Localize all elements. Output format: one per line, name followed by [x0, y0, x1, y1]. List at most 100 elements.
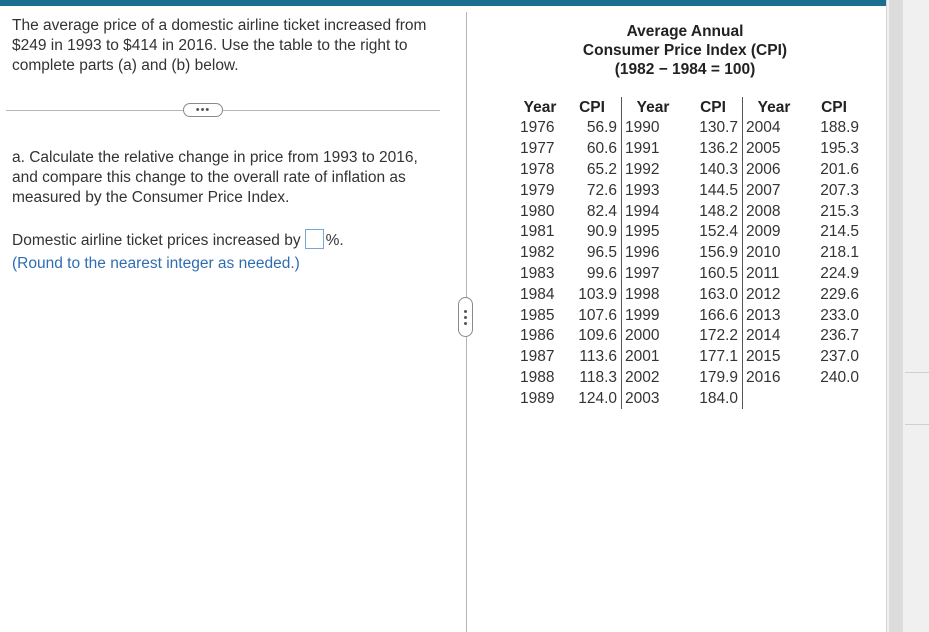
cpi-cell: 224.9	[820, 264, 859, 282]
cpi-cell: 56.9	[563, 118, 622, 139]
cpi-cell: 163.0	[684, 284, 743, 306]
cpi-cell: 156.9	[684, 242, 743, 264]
year-cell: 1981	[520, 223, 555, 241]
year-cell: 1992	[625, 160, 660, 178]
year-cell: 1995	[625, 223, 660, 241]
year-cell: 1978	[520, 160, 555, 178]
cpi-table: Year CPI Year CPI Year CPI 1976 56.9 1990 1…	[517, 97, 863, 410]
year-cell: 2010	[746, 244, 781, 262]
year-cell: 1985	[520, 306, 555, 324]
header-cpi-3: CPI	[821, 98, 847, 116]
vertical-ellipsis-icon	[464, 309, 467, 313]
cpi-cell: 207.3	[820, 181, 859, 199]
year-cell: 1980	[520, 202, 555, 220]
table-header-row: Year CPI Year CPI Year CPI	[517, 97, 863, 118]
year-cell: 2014	[746, 327, 781, 345]
year-cell: 1984	[520, 285, 555, 303]
year-cell: 1996	[625, 244, 660, 262]
cpi-cell: 72.6	[563, 180, 622, 202]
cpi-cell: 188.9	[820, 119, 859, 137]
year-cell: 2005	[746, 140, 781, 158]
table-row: 1984 103.9 1998 163.0 2012 229.6	[517, 284, 863, 306]
table-row: 1985 107.6 1999 166.6 2013 233.0	[517, 305, 863, 326]
scrollbar-marker	[905, 424, 929, 425]
table-row: 1987 113.6 2001 177.1 2015 237.0	[517, 346, 863, 368]
year-cell: 2006	[746, 160, 781, 178]
year-cell: 1991	[625, 140, 660, 158]
cpi-cell: 140.3	[684, 159, 743, 181]
cpi-cell: 201.6	[820, 160, 859, 178]
year-cell: 1998	[625, 285, 660, 303]
cpi-cell: 195.3	[820, 140, 859, 158]
cpi-cell: 144.5	[684, 180, 743, 202]
year-cell: 1989	[520, 389, 555, 407]
table-row: 1977 60.6 1991 136.2 2005 195.3	[517, 138, 863, 160]
scrollbar-thumb[interactable]	[889, 0, 903, 632]
year-cell: 1976	[520, 119, 555, 137]
cpi-cell: 60.6	[563, 138, 622, 160]
header-cpi-2: CPI	[684, 97, 743, 118]
year-cell: 1977	[520, 140, 555, 158]
page: The average price of a domestic airline …	[0, 0, 929, 632]
cpi-cell: 215.3	[820, 202, 859, 220]
cpi-cell: 99.6	[563, 263, 622, 285]
answer-suffix: %.	[325, 232, 344, 249]
year-cell: 1988	[520, 368, 555, 386]
cpi-cell: 113.6	[563, 346, 622, 368]
year-cell: 2011	[746, 264, 780, 282]
cpi-cell: 82.4	[563, 201, 622, 222]
cpi-cell: 229.6	[820, 285, 859, 303]
table-body: 1976 56.9 1990 130.7 2004 188.9 1977 60.6 1991 13…	[517, 118, 863, 410]
pane-splitter-handle[interactable]	[458, 297, 473, 337]
cpi-cell: 65.2	[563, 159, 622, 181]
year-cell: 1994	[625, 202, 660, 220]
year-cell: 2004	[746, 119, 781, 137]
question-pane	[0, 6, 460, 632]
header-year-1: Year	[523, 98, 557, 116]
cpi-cell: 96.5	[563, 242, 622, 264]
rounding-hint: (Round to the nearest integer as needed.…	[12, 255, 300, 272]
table-row: 1980 82.4 1994 148.2 2008 215.3	[517, 201, 863, 222]
section-divider	[6, 110, 440, 111]
cpi-cell: 130.7	[684, 118, 743, 139]
year-cell: 2013	[746, 306, 781, 324]
year-cell: 1997	[625, 264, 660, 282]
year-cell: 2007	[746, 181, 781, 199]
cpi-cell: 166.6	[684, 305, 743, 326]
cpi-cell: 107.6	[563, 305, 622, 326]
year-cell	[743, 388, 806, 409]
table-title-line3: (1982 − 1984 = 100)	[614, 61, 756, 78]
answer-prefix: Domestic airline ticket prices increased…	[12, 232, 301, 249]
answer-input[interactable]	[304, 229, 324, 249]
cpi-cell: 214.5	[820, 223, 859, 241]
header-cpi-1: CPI	[563, 97, 622, 118]
cpi-cell: 240.0	[820, 368, 859, 386]
year-cell: 1982	[520, 244, 555, 262]
year-cell: 2016	[746, 368, 781, 386]
year-cell: 2015	[746, 348, 781, 366]
table-row: 1988 118.3 2002 179.9 2016 240.0	[517, 367, 863, 389]
table-row: 1978 65.2 1992 140.3 2006 201.6	[517, 159, 863, 181]
cpi-cell: 90.9	[563, 221, 622, 243]
expand-button[interactable]: •••	[183, 103, 223, 117]
cpi-cell: 118.3	[563, 367, 622, 389]
cpi-cell: 160.5	[684, 263, 743, 285]
header-year-2: Year	[636, 98, 670, 116]
cpi-cell: 148.2	[684, 201, 743, 222]
year-cell: 2000	[625, 327, 660, 345]
cpi-cell: 237.0	[820, 348, 859, 366]
table-row: 1986 109.6 2000 172.2 2014 236.7	[517, 325, 863, 347]
year-cell: 1986	[520, 327, 555, 345]
table-row: 1989 124.0 2003 184.0	[517, 388, 863, 410]
scrollbar-marker	[905, 372, 929, 373]
cpi-cell: 109.6	[563, 325, 622, 347]
year-cell: 1999	[625, 306, 660, 324]
cpi-cell: 236.7	[820, 327, 859, 345]
table-row: 1979 72.6 1993 144.5 2007 207.3	[517, 180, 863, 202]
cpi-cell: 103.9	[563, 284, 622, 306]
answer-line: Domestic airline ticket prices increased…	[12, 229, 344, 251]
year-cell: 2003	[625, 389, 660, 407]
cpi-cell: 218.1	[820, 244, 859, 262]
cpi-cell: 179.9	[684, 367, 743, 389]
cpi-cell: 233.0	[820, 306, 859, 324]
